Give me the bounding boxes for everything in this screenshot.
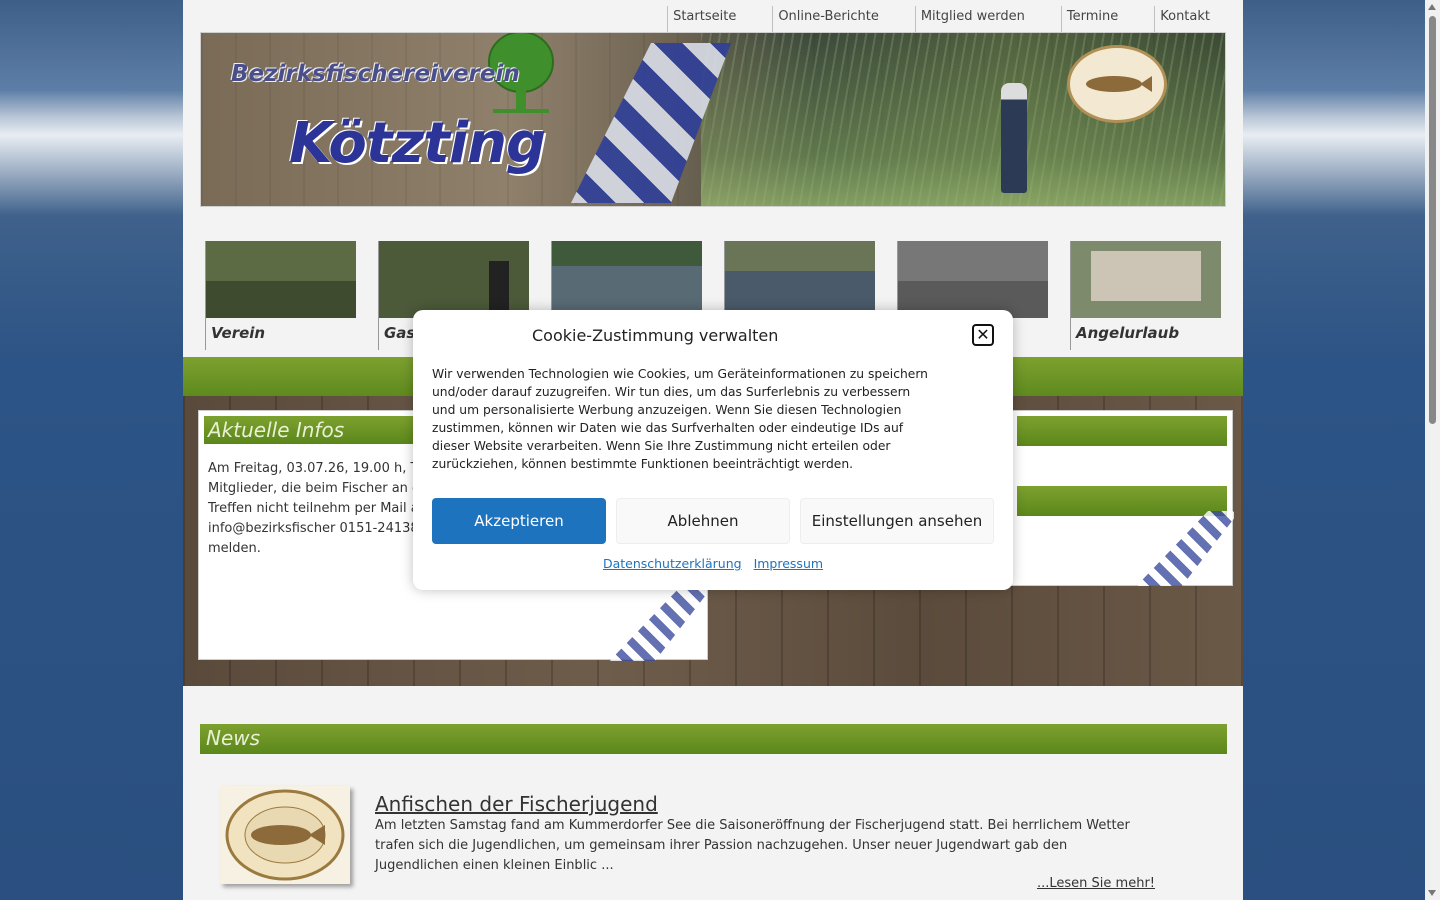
category-photo: [379, 241, 529, 318]
sidebar-spacer: [1012, 451, 1232, 481]
news-excerpt: Am letzten Samstag fand am Kummerdorfer …: [375, 818, 1130, 873]
category-photo: [725, 241, 875, 318]
category-photo: [1071, 241, 1221, 318]
imprint-link[interactable]: Impressum: [754, 556, 823, 571]
angler-figure: [1001, 83, 1027, 193]
category-verein[interactable]: Verein: [205, 241, 356, 350]
club-seal-icon: [225, 789, 345, 881]
read-more-link[interactable]: ...Lesen Sie mehr!: [1037, 876, 1155, 891]
cookie-dialog-title: Cookie-Zustimmung verwalten: [532, 326, 779, 345]
top-navigation: Startseite Online-Berichte Mitglied werd…: [649, 6, 1228, 32]
category-photo: [206, 241, 356, 318]
sidebar-title-1: [1017, 416, 1227, 446]
accept-button[interactable]: Akzeptieren: [432, 498, 606, 544]
club-seal-logo: [1067, 45, 1167, 123]
category-label: Verein: [211, 324, 266, 342]
news-headline-link[interactable]: Anfischen der Fischerjugend: [375, 792, 658, 816]
header-banner[interactable]: Bezirksfischereiverein Kötzting: [200, 32, 1226, 207]
sidebar-title-2: [1017, 486, 1227, 516]
box-diamond-decoration: [1136, 511, 1234, 586]
category-angelurlaub[interactable]: Angelurlaub: [1070, 241, 1221, 350]
close-icon[interactable]: ✕: [972, 324, 994, 346]
vertical-scrollbar[interactable]: [1425, 0, 1440, 900]
scroll-down-arrow-icon[interactable]: [1428, 890, 1436, 896]
deny-button[interactable]: Ablehnen: [616, 498, 790, 544]
category-photo: [552, 241, 702, 318]
privacy-policy-link[interactable]: Datenschutzerklärung: [603, 556, 742, 571]
cookie-dialog-links: Datenschutzerklärung Impressum: [413, 556, 1013, 571]
nav-startseite[interactable]: Startseite: [667, 6, 754, 32]
fish-icon: [1086, 76, 1152, 92]
box-diamond-decoration: [609, 586, 707, 661]
category-label: Angelurlaub: [1076, 324, 1180, 342]
news-title: News: [200, 724, 1227, 754]
category-photo: [898, 241, 1048, 318]
cookie-dialog-text: Wir verwenden Technologien wie Cookies, …: [432, 367, 928, 471]
scrollbar-thumb[interactable]: [1429, 16, 1436, 424]
nav-kontakt[interactable]: Kontakt: [1154, 6, 1228, 32]
right-sidebar-box: [1011, 410, 1234, 586]
brand-line-2: Kötzting: [289, 111, 546, 176]
brand-line-1: Bezirksfischereiverein: [231, 61, 520, 87]
scroll-up-arrow-icon[interactable]: [1428, 4, 1436, 10]
view-settings-button[interactable]: Einstellungen ansehen: [800, 498, 994, 544]
nav-online-berichte[interactable]: Online-Berichte: [772, 6, 897, 32]
cookie-consent-dialog: Cookie-Zustimmung verwalten ✕ Wir verwen…: [413, 310, 1013, 590]
nav-termine[interactable]: Termine: [1060, 6, 1136, 32]
news-card-image[interactable]: [220, 786, 350, 884]
news-section: News Anfischen der Fischerjugend Am letz…: [200, 724, 1227, 900]
nav-mitglied-werden[interactable]: Mitglied werden: [914, 6, 1043, 32]
